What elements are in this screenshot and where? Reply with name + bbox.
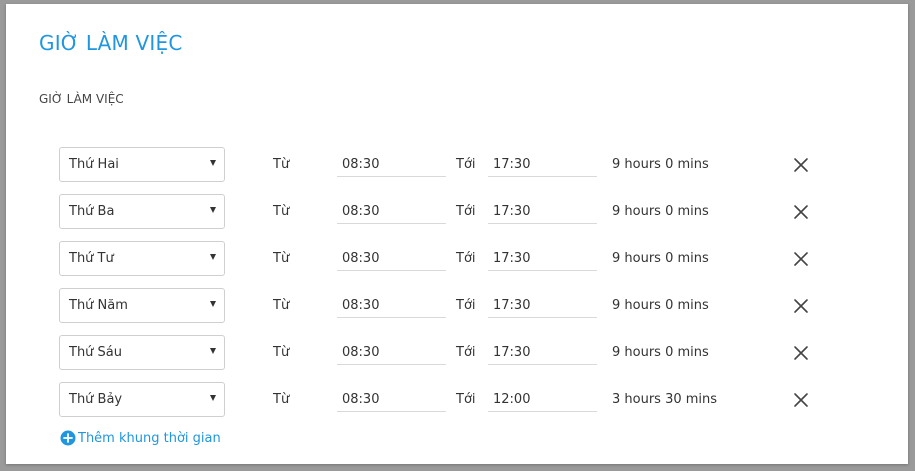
duration-text: 9 hours 0 mins bbox=[612, 298, 709, 313]
end-time-input[interactable]: 17:30 bbox=[488, 335, 597, 365]
duration-text: 9 hours 0 mins bbox=[612, 204, 709, 219]
end-time-input[interactable]: 12:00 bbox=[488, 382, 597, 412]
chevron-down-icon bbox=[210, 254, 216, 260]
from-label: Từ bbox=[273, 392, 290, 407]
end-time-value: 17:30 bbox=[493, 298, 531, 313]
close-icon[interactable] bbox=[793, 157, 809, 173]
close-icon[interactable] bbox=[793, 251, 809, 267]
close-icon[interactable] bbox=[793, 298, 809, 314]
start-time-value: 08:30 bbox=[342, 157, 380, 172]
end-time-input[interactable]: 17:30 bbox=[488, 288, 597, 318]
schedule-row: Thứ Ba Từ 08:30 Tới 17:30 9 hours 0 mins bbox=[6, 194, 908, 232]
end-time-value: 12:00 bbox=[493, 392, 531, 407]
end-time-value: 17:30 bbox=[493, 251, 531, 266]
start-time-input[interactable]: 08:30 bbox=[337, 241, 446, 271]
schedule-row: Thứ Hai Từ 08:30 Tới 17:30 9 hours 0 min… bbox=[6, 147, 908, 185]
start-time-value: 08:30 bbox=[342, 204, 380, 219]
end-time-input[interactable]: 17:30 bbox=[488, 147, 597, 177]
end-time-value: 17:30 bbox=[493, 157, 531, 172]
start-time-input[interactable]: 08:30 bbox=[337, 382, 446, 412]
start-time-input[interactable]: 08:30 bbox=[337, 288, 446, 318]
from-label: Từ bbox=[273, 204, 290, 219]
end-time-value: 17:30 bbox=[493, 204, 531, 219]
from-label: Từ bbox=[273, 298, 290, 313]
from-label: Từ bbox=[273, 251, 290, 266]
close-icon[interactable] bbox=[793, 204, 809, 220]
start-time-input[interactable]: 08:30 bbox=[337, 194, 446, 224]
chevron-down-icon bbox=[210, 348, 216, 354]
day-select-value: Thứ Hai bbox=[69, 157, 119, 172]
chevron-down-icon bbox=[210, 207, 216, 213]
from-label: Từ bbox=[273, 345, 290, 360]
end-time-input[interactable]: 17:30 bbox=[488, 194, 597, 224]
duration-text: 9 hours 0 mins bbox=[612, 157, 709, 172]
day-select-value: Thứ Năm bbox=[69, 298, 128, 313]
start-time-input[interactable]: 08:30 bbox=[337, 147, 446, 177]
close-icon[interactable] bbox=[793, 392, 809, 408]
start-time-value: 08:30 bbox=[342, 345, 380, 360]
duration-text: 9 hours 0 mins bbox=[612, 251, 709, 266]
schedule-row: Thứ Tư Từ 08:30 Tới 17:30 9 hours 0 mins bbox=[6, 241, 908, 279]
close-icon[interactable] bbox=[793, 345, 809, 361]
end-time-value: 17:30 bbox=[493, 345, 531, 360]
window-frame: GIỜ LÀM VIỆC GIỜ LÀM VIỆC Thứ Hai Từ 08:… bbox=[0, 0, 915, 471]
duration-text: 3 hours 30 mins bbox=[612, 392, 718, 407]
day-select[interactable]: Thứ Bảy bbox=[59, 382, 225, 417]
to-label: Tới bbox=[456, 157, 476, 172]
day-select[interactable]: Thứ Năm bbox=[59, 288, 225, 323]
schedule-row: Thứ Sáu Từ 08:30 Tới 17:30 9 hours 0 min… bbox=[6, 335, 908, 373]
add-time-slot-link[interactable]: Thêm khung thời gian bbox=[60, 430, 221, 446]
plus-circle-icon bbox=[60, 430, 76, 446]
day-select-value: Thứ Ba bbox=[69, 204, 115, 219]
chevron-down-icon bbox=[210, 301, 216, 307]
day-select-value: Thứ Bảy bbox=[69, 392, 123, 407]
section-label: GIỜ LÀM VIỆC bbox=[39, 92, 124, 106]
start-time-value: 08:30 bbox=[342, 392, 380, 407]
day-select-value: Thứ Sáu bbox=[69, 345, 123, 360]
schedule-row: Thứ Năm Từ 08:30 Tới 17:30 9 hours 0 min… bbox=[6, 288, 908, 326]
add-time-slot-label: Thêm khung thời gian bbox=[78, 430, 221, 446]
day-select[interactable]: Thứ Ba bbox=[59, 194, 225, 229]
to-label: Tới bbox=[456, 204, 476, 219]
day-select[interactable]: Thứ Hai bbox=[59, 147, 225, 182]
page-title: GIỜ LÀM VIỆC bbox=[39, 31, 183, 55]
working-hours-panel: GIỜ LÀM VIỆC GIỜ LÀM VIỆC Thứ Hai Từ 08:… bbox=[6, 4, 908, 464]
to-label: Tới bbox=[456, 392, 476, 407]
day-select[interactable]: Thứ Sáu bbox=[59, 335, 225, 370]
start-time-value: 08:30 bbox=[342, 298, 380, 313]
start-time-value: 08:30 bbox=[342, 251, 380, 266]
to-label: Tới bbox=[456, 345, 476, 360]
chevron-down-icon bbox=[210, 395, 216, 401]
day-select-value: Thứ Tư bbox=[69, 251, 114, 266]
day-select[interactable]: Thứ Tư bbox=[59, 241, 225, 276]
end-time-input[interactable]: 17:30 bbox=[488, 241, 597, 271]
chevron-down-icon bbox=[210, 160, 216, 166]
schedule-row: Thứ Bảy Từ 08:30 Tới 12:00 3 hours 30 mi… bbox=[6, 382, 908, 420]
from-label: Từ bbox=[273, 157, 290, 172]
duration-text: 9 hours 0 mins bbox=[612, 345, 709, 360]
to-label: Tới bbox=[456, 251, 476, 266]
to-label: Tới bbox=[456, 298, 476, 313]
start-time-input[interactable]: 08:30 bbox=[337, 335, 446, 365]
